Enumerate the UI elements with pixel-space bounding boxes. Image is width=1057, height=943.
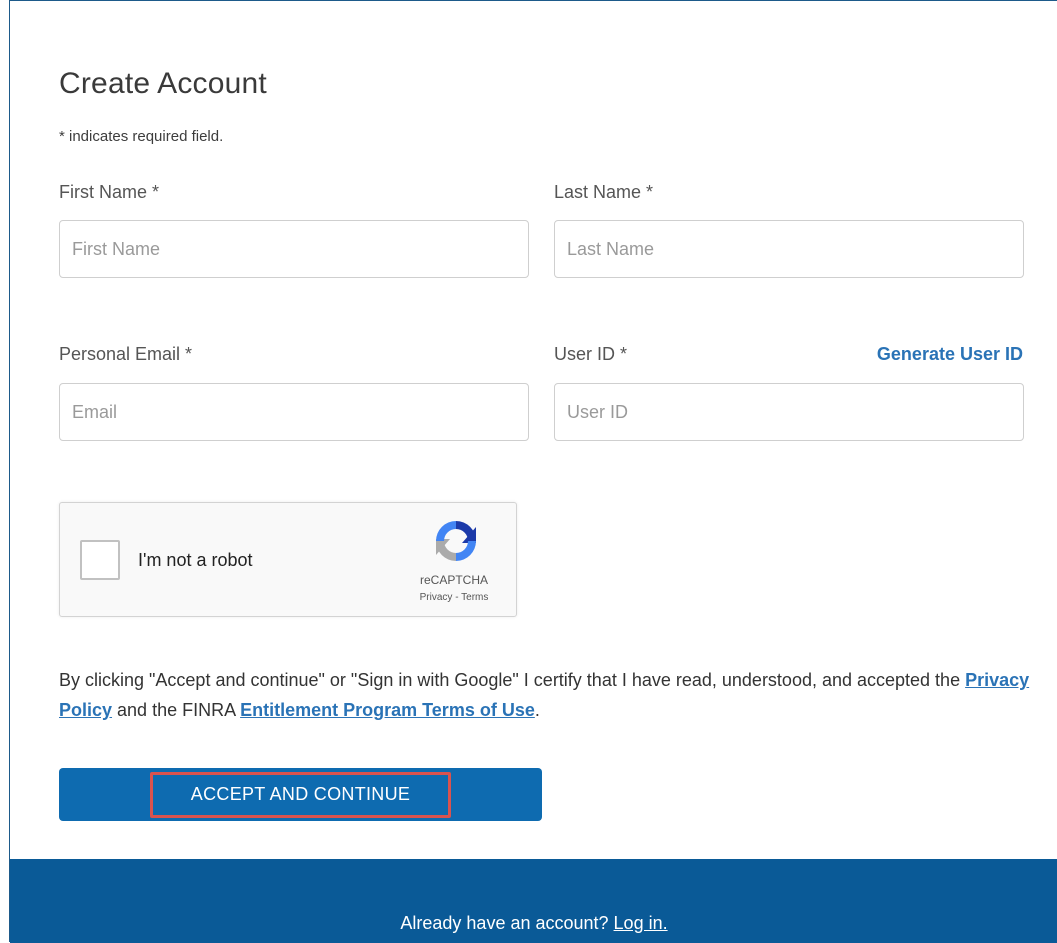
recaptcha-links: Privacy - Terms xyxy=(396,592,512,603)
consent-text: By clicking "Accept and continue" or "Si… xyxy=(59,665,1039,725)
personal-email-label: Personal Email * xyxy=(59,344,193,364)
login-prompt: Already have an account? Log in. xyxy=(10,913,1057,934)
accept-button-label: ACCEPT AND CONTINUE xyxy=(190,784,411,804)
log-in-link[interactable]: Log in. xyxy=(614,913,668,933)
recaptcha-link-separator: - xyxy=(452,592,462,603)
recaptcha-widget: I'm not a robot reCAPTCHA Privacy - Term… xyxy=(59,502,517,617)
recaptcha-brand: reCAPTCHA xyxy=(419,573,488,587)
recaptcha-label: I'm not a robot xyxy=(138,550,253,570)
email-input[interactable] xyxy=(59,383,529,441)
consent-text-before: By clicking "Accept and continue" or "Si… xyxy=(59,670,966,690)
first-name-input[interactable] xyxy=(59,220,529,278)
accept-and-continue-button[interactable]: ACCEPT AND CONTINUE xyxy=(59,768,542,821)
recaptcha-privacy-link[interactable]: Privacy xyxy=(420,592,453,603)
user-id-input[interactable] xyxy=(554,383,1024,441)
create-account-card: Create Account * indicates required fiel… xyxy=(9,0,1057,943)
generate-user-id-link[interactable]: Generate User ID xyxy=(877,344,1023,365)
recaptcha-checkbox[interactable] xyxy=(80,540,120,580)
terms-of-use-link[interactable]: Entitlement Program Terms of Use xyxy=(240,700,535,720)
login-prompt-text: Already have an account? xyxy=(400,913,614,933)
page-title: Create Account xyxy=(59,67,267,100)
recaptcha-terms-link[interactable]: Terms xyxy=(461,592,488,603)
footer-bar: Already have an account? Log in. xyxy=(10,859,1057,943)
recaptcha-logo-icon xyxy=(436,521,476,561)
consent-text-after: . xyxy=(534,700,540,720)
last-name-label: Last Name * xyxy=(554,182,654,202)
consent-text-middle: and the FINRA xyxy=(112,700,241,720)
first-name-label: First Name * xyxy=(59,182,160,202)
user-id-label: User ID * xyxy=(554,344,628,364)
required-field-note: * indicates required field. xyxy=(59,128,224,145)
last-name-input[interactable] xyxy=(554,220,1024,278)
